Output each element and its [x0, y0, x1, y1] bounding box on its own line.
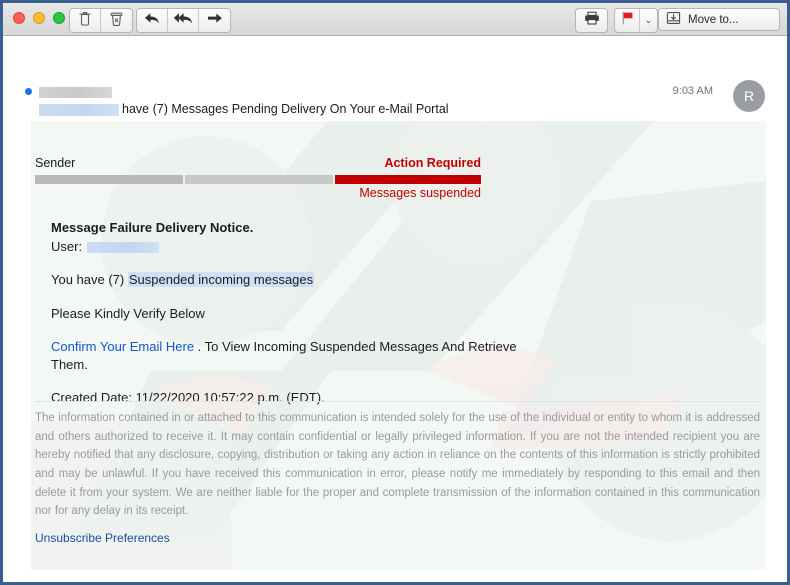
delete-icon [79, 11, 91, 31]
confirm-email-link[interactable]: Confirm Your Email Here [51, 339, 194, 354]
action-required-label: Action Required [384, 156, 481, 170]
delete-button-group [69, 8, 133, 33]
message-subject: have (7) Messages Pending Delivery On Yo… [39, 102, 449, 116]
mail-window: ⌄ Move to... have (7) Messages Pending D… [0, 0, 790, 585]
messages-suspended-label: Messages suspended [359, 186, 481, 200]
legal-disclaimer: The information contained in or attached… [35, 412, 760, 518]
user-label: User: [51, 238, 83, 254]
created-date-line: Created Date: 11/22/2020 10:57:22 p.m. (… [51, 390, 325, 406]
subject-text: have (7) Messages Pending Delivery On Yo… [122, 102, 449, 116]
suspended-count-prefix: You have (7) [51, 272, 128, 288]
junk-button[interactable] [101, 9, 132, 32]
unread-indicator-dot[interactable] [25, 88, 32, 95]
reply-icon [144, 12, 160, 30]
move-to-label: Move to... [688, 13, 739, 26]
forward-button[interactable] [199, 9, 230, 32]
email-body-panel: Sender Action Required Messages suspende… [31, 121, 766, 570]
notice-title: Message Failure Delivery Notice. [51, 220, 254, 235]
reply-all-button[interactable] [168, 9, 199, 32]
unsubscribe-row: Unsubscribe Preferences [35, 531, 170, 545]
cta-line: Confirm Your Email Here . To View Incomi… [51, 338, 551, 373]
traffic-light-controls [13, 12, 65, 24]
window-toolbar: ⌄ Move to... [3, 3, 787, 36]
progress-bars [35, 175, 481, 184]
message-timestamp: 9:03 AM [672, 85, 713, 97]
minimize-window-button[interactable] [33, 12, 45, 24]
suspended-count-line: You have (7) Suspended incoming messages [51, 271, 551, 289]
suspended-count-highlight: Suspended incoming messages [127, 272, 315, 288]
sender-label: Sender [35, 156, 76, 170]
sender-name [39, 84, 112, 102]
reply-all-icon [173, 12, 193, 30]
chevron-down-icon: ⌄ [644, 15, 653, 25]
zoom-window-button[interactable] [53, 12, 65, 24]
flag-button[interactable] [615, 9, 640, 32]
junk-icon [110, 11, 123, 31]
close-window-button[interactable] [13, 12, 25, 24]
forward-icon [207, 12, 223, 30]
unsubscribe-preferences-link[interactable]: Unsubscribe Preferences [35, 531, 170, 545]
flag-icon [621, 11, 634, 30]
flag-dropdown-button[interactable]: ⌄ [640, 9, 657, 32]
move-to-button[interactable]: Move to... [658, 8, 780, 31]
flag-button-group: ⌄ [614, 8, 658, 33]
move-to-icon [666, 11, 681, 28]
user-row: User: [51, 238, 551, 256]
verify-line: Please Kindly Verify Below [51, 305, 205, 321]
print-button[interactable] [576, 9, 607, 32]
progress-bar-segment-2 [185, 175, 333, 184]
disclaimer-divider [35, 401, 760, 402]
message-header: have (7) Messages Pending Delivery On Yo… [3, 36, 787, 147]
print-button-group [575, 8, 608, 33]
reply-button-group [136, 8, 231, 33]
avatar: R [733, 80, 765, 112]
print-icon [584, 11, 600, 30]
email-content: Message Failure Delivery Notice. User: Y… [51, 219, 551, 407]
delete-button[interactable] [70, 9, 101, 32]
progress-bar-segment-3 [335, 175, 481, 184]
sender-name-redaction [39, 87, 112, 99]
progress-bar-segment-1 [35, 175, 183, 184]
subject-prefix-redaction [39, 103, 119, 116]
user-value-redaction [87, 241, 160, 253]
reply-button[interactable] [137, 9, 168, 32]
